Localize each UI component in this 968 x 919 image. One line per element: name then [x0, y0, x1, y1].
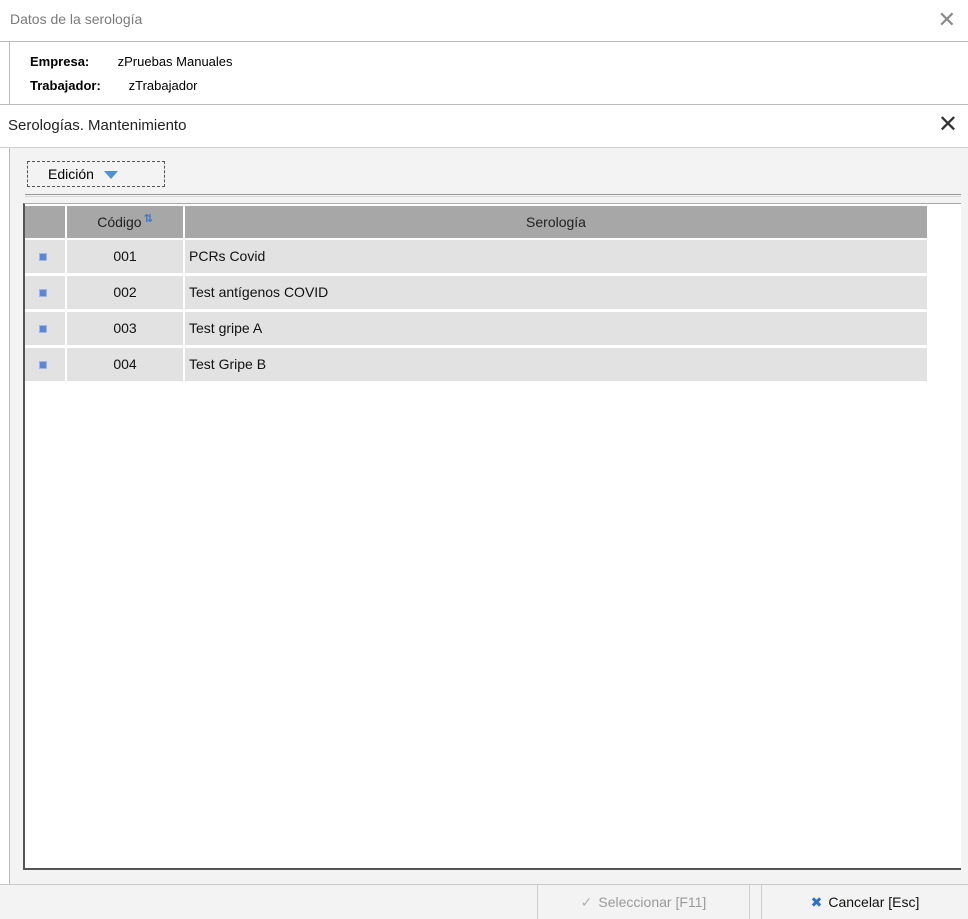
cancelar-button[interactable]: ✖ Cancelar [Esc] — [761, 885, 968, 919]
inner-window-title: Serologías. Mantenimiento — [8, 117, 187, 134]
serologia-cell[interactable]: Test antígenos COVID — [185, 276, 927, 309]
info-panel: Empresa: zPruebas Manuales Trabajador: z… — [9, 42, 968, 104]
table-row[interactable]: 002 Test antígenos COVID — [25, 276, 927, 309]
codigo-cell[interactable]: 003 — [67, 312, 185, 345]
row-marker-icon — [39, 253, 47, 261]
column-header-serologia[interactable]: Serología — [185, 206, 927, 238]
chevron-down-icon — [103, 171, 118, 180]
trabajador-value: zTrabajador — [128, 78, 198, 93]
outer-close-icon[interactable]: ✕ — [938, 6, 956, 34]
serologia-cell[interactable]: Test gripe A — [185, 312, 927, 345]
column-header-codigo[interactable]: Código ⇅ — [67, 206, 185, 238]
empresa-row: Empresa: zPruebas Manuales — [30, 54, 233, 69]
row-indicator — [25, 276, 67, 309]
checkmark-icon: ✓ — [580, 894, 593, 910]
toolbar-divider — [25, 194, 961, 197]
outer-window-titlebar: Datos de la serología ✕ — [0, 0, 968, 42]
codigo-cell[interactable]: 002 — [67, 276, 185, 309]
empresa-value: zPruebas Manuales — [117, 54, 233, 69]
codigo-header-label: Código — [97, 214, 142, 230]
table-row[interactable]: 003 Test gripe A — [25, 312, 927, 345]
trabajador-row: Trabajador: zTrabajador — [30, 78, 198, 93]
seleccionar-button[interactable]: ✓ Seleccionar [F11] — [537, 885, 750, 919]
serologias-grid[interactable]: Código ⇅ Serología 001 PCRs Covid 002 Tes… — [23, 203, 961, 870]
cancelar-label: Cancelar [Esc] — [828, 894, 920, 910]
footer-bar: ✓ Seleccionar [F11] ✖ Cancelar [Esc] — [0, 884, 968, 919]
header-indicator-cell — [25, 206, 67, 238]
cancel-x-icon: ✖ — [810, 894, 823, 910]
maintenance-content: Edición Código ⇅ Serología 001 PCRs Covid… — [9, 148, 968, 884]
inner-window-titlebar: Serologías. Mantenimiento ✕ — [0, 104, 968, 148]
table-row[interactable]: 001 PCRs Covid — [25, 240, 927, 273]
row-indicator — [25, 312, 67, 345]
row-marker-icon — [39, 361, 47, 369]
row-indicator — [25, 348, 67, 381]
empresa-label: Empresa: — [30, 54, 90, 69]
table-row[interactable]: 004 Test Gripe B — [25, 348, 927, 381]
serologia-cell[interactable]: Test Gripe B — [185, 348, 927, 381]
codigo-cell[interactable]: 004 — [67, 348, 185, 381]
seleccionar-label: Seleccionar [F11] — [598, 894, 707, 910]
row-indicator — [25, 240, 67, 273]
sort-az-icon: ⇅ — [143, 213, 153, 225]
serologia-cell[interactable]: PCRs Covid — [185, 240, 927, 273]
grid-header: Código ⇅ Serología — [25, 206, 927, 238]
trabajador-label: Trabajador: — [30, 78, 101, 93]
row-marker-icon — [39, 289, 47, 297]
serologia-header-label: Serología — [526, 214, 586, 230]
edicion-label: Edición — [48, 166, 94, 182]
codigo-cell[interactable]: 001 — [67, 240, 185, 273]
inner-close-icon[interactable]: ✕ — [938, 111, 958, 139]
edicion-menu-button[interactable]: Edición — [27, 161, 165, 187]
row-marker-icon — [39, 325, 47, 333]
outer-window-title: Datos de la serología — [10, 11, 143, 27]
